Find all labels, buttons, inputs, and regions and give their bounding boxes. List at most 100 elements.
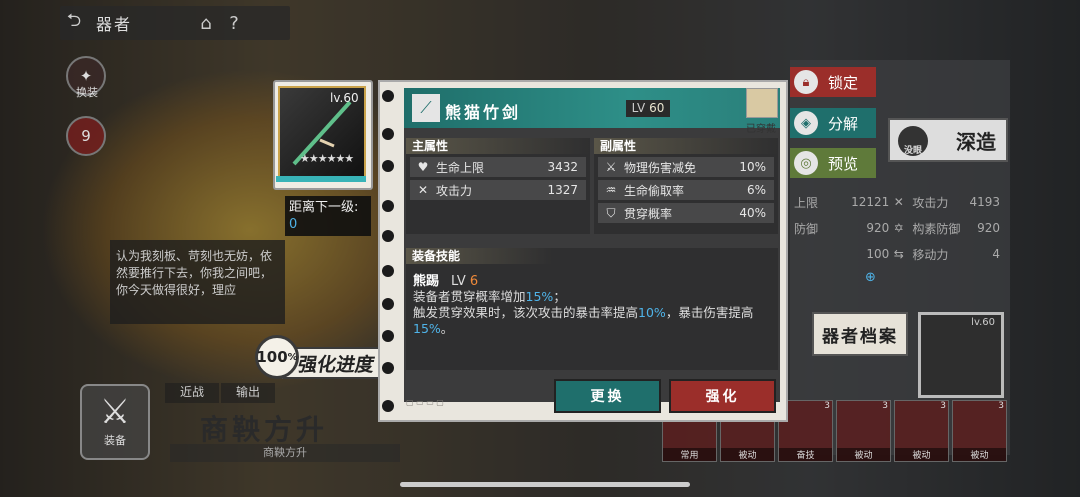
star-rating: ★★★★★★ [300,152,354,165]
binder-ring [382,160,394,172]
desc-text: 触发贯穿效果时，该次攻击的暴击率提高 [413,305,639,320]
sword-icon: ⚔ [99,392,131,432]
preview-icon: ◎ [794,151,818,175]
back-arrow-icon[interactable]: ⮌ [60,9,88,37]
weapon-level-tag: LV 60 [626,100,670,117]
upgrade-progress-badge: 强化进度 100% [255,335,391,387]
binder-ring [382,128,394,140]
lifesteal-icon: ♒ [605,183,617,197]
skill-count: 3 [882,401,888,411]
skill-slot[interactable]: 3 被动 [836,400,891,462]
archive-button[interactable]: 器者档案 [812,312,908,356]
next-level-box: 距离下一级: 0 [285,196,371,236]
attribute-label: 物理伤害减免 [624,160,697,175]
binder-ring [382,265,394,277]
movement-icon: ⇆ [893,247,904,261]
attribute-row: ✕ 攻击力 1327 [410,180,586,200]
weapon-tab-label: 装备 [104,434,126,447]
skill-count: 3 [940,401,946,411]
skill-description-line: 装备者贯穿概率增加15%； [413,289,771,305]
page-title: 器者 [96,15,133,34]
stat-label: 攻击力 [912,195,949,210]
attribute-label: 贯穿概率 [624,206,673,221]
decompose-label: 分解 [828,114,859,133]
skill-label: 常用 [663,448,716,461]
penetration-icon: ⛉ [606,205,616,220]
attribute-row: ♥ 生命上限 3432 [410,157,586,177]
progress-percent-sign: % [287,351,298,363]
equipped-weapon-slot[interactable]: lv.60 [918,312,1004,398]
skill-name: 熊踢 [413,274,440,289]
deep-forge-icon: 没眼 [898,126,928,156]
weapon-level: lv.60 [971,317,995,328]
skill-slot[interactable]: 3 被动 [894,400,949,462]
stat-row: 上限 12121 ✕ 攻击力 4193 [790,191,1000,213]
skill-description-line: 触发贯穿效果时，该次攻击的暴击率提高10%，暴击伤害提高 15%。 [413,305,771,337]
crossed-swords-icon: ✕ [417,183,429,197]
attribute-row: ♒ 生命偷取率 6% [598,180,774,200]
decompose-icon: ◈ [794,111,818,135]
upgrade-button[interactable]: 强化 [669,379,776,413]
attribute-value: 3432 [547,160,578,174]
exp-bar-fill [276,176,366,182]
main-attributes-section: 主属性 ♥ 生命上限 3432 ✕ 攻击力 1327 [406,138,590,234]
character-name: 商鞅方升 [200,413,329,446]
skill-name-row: 熊踢 LV 6 [413,270,778,289]
deep-forge-sub: 没眼 [903,146,922,156]
attribute-value: 10% [739,160,766,174]
stat-value: 100 [866,247,890,261]
attribute-label: 生命偷取率 [624,183,685,198]
level-value: 60 [649,101,665,115]
skill-level-value: 6 [469,274,479,289]
binder-ring [382,298,394,310]
lock-icon: 🔒︎ [794,70,818,94]
stat-value: 4 [992,247,1000,261]
binder-ring [382,362,394,374]
stat-label: 构素防御 [912,221,961,236]
help-button[interactable]: ? [220,9,248,37]
stat-value: 920 [866,221,890,235]
zoom-icon[interactable]: ⊕ [865,270,876,285]
stat-label: 移动力 [912,247,949,262]
level-prefix: LV [631,101,646,115]
construct-defense-icon: ✡ [893,221,904,235]
character-subname: 商鞅方升 [170,444,400,462]
weapon-tab-button[interactable]: ⚔ 装备 [80,384,150,460]
home-icon[interactable]: ⌂ [192,9,220,37]
role-tag: 近战 [165,383,219,403]
weapon-name: 熊猫竹剑 [445,103,522,122]
binder-ring [382,330,394,342]
preview-label: 预览 [828,154,859,173]
stat-label: 防御 [794,221,819,236]
desc-text: 。 [440,321,454,336]
equipment-skill-title: 装备技能 [406,248,552,264]
decompose-button[interactable]: ◈ 分解 [790,108,876,138]
stat-label: 上限 [794,195,819,210]
equipped-label: 已穿戴 [746,124,776,135]
attribute-value: 6% [746,183,766,197]
progress-number: 100 [256,348,288,366]
attribute-label: 生命上限 [436,160,485,175]
stat-row: 100 ⇆ 移动力 4 [790,243,1000,265]
stat-value: 920 [977,221,1000,235]
change-button[interactable]: 更换 [554,379,661,413]
preview-button[interactable]: ◎ 预览 [790,148,876,178]
heart-icon: ♥ [417,160,429,174]
skill-slot[interactable]: 3 被动 [952,400,1007,462]
stat-value: 4193 [969,195,1000,209]
desc-highlight: 10% [638,305,666,320]
skill-label: 被动 [953,448,1006,461]
lock-button[interactable]: 🔒︎ 锁定 [790,67,876,97]
weapon-type-icon: ⟋ [412,94,440,122]
wearer-avatar[interactable] [746,88,778,118]
attribute-label: 攻击力 [436,183,473,198]
skill-count: 3 [824,401,830,411]
heart-count: 9 [81,127,91,145]
desc-text: ； [553,289,566,304]
skill-label: 被动 [721,448,774,461]
equipment-skill-section: 装备技能 熊踢 LV 6 装备者贯穿概率增加15%； 触发贯穿效果时，该次攻击的暴… [406,248,778,370]
desc-highlight: 15% [525,289,554,304]
deep-forge-button[interactable]: 没眼 深造 [888,118,1008,162]
heart-counter-icon[interactable]: 9 [66,116,106,156]
next-level-label: 距离下一级: [289,200,359,215]
